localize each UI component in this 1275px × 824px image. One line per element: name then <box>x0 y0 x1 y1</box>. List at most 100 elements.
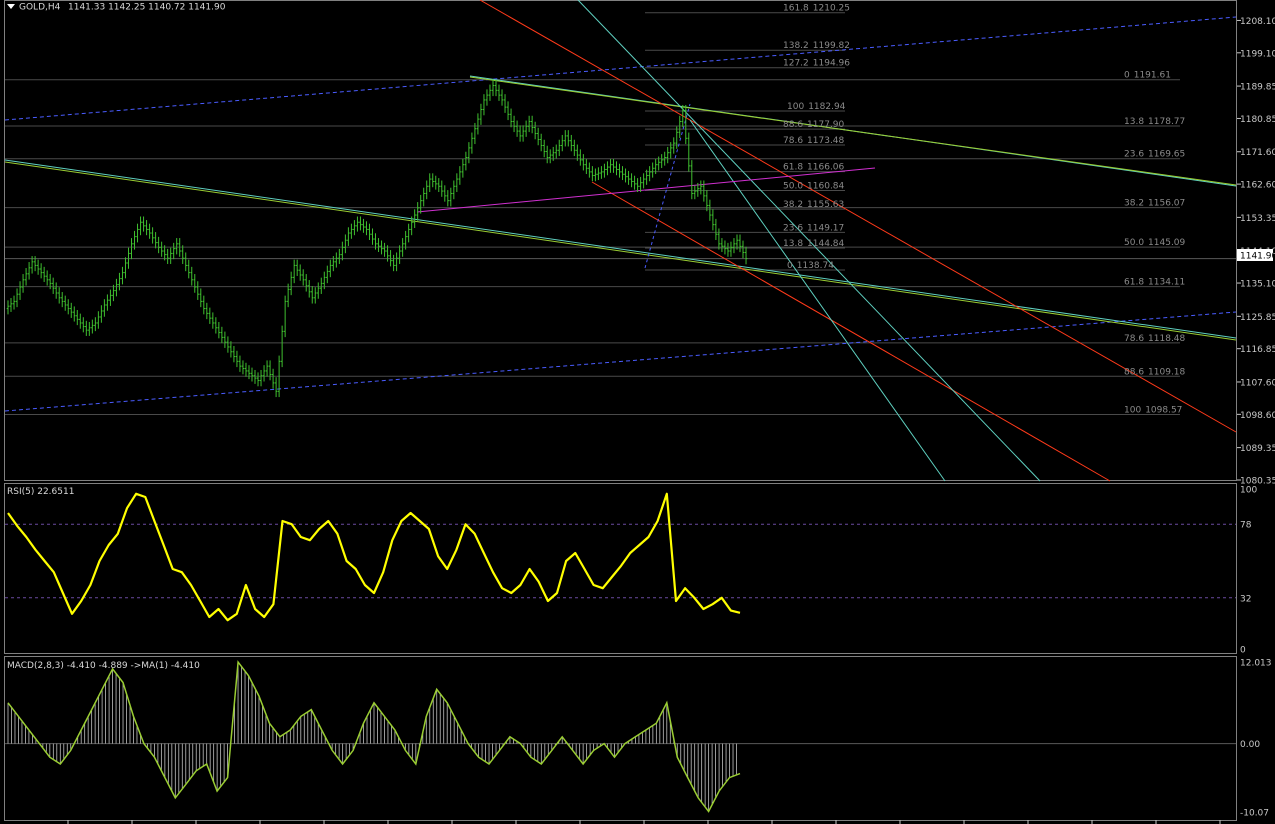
price-tick-label: 1180.85 <box>1240 115 1275 125</box>
fib-b-value: 1178.77 <box>1148 117 1185 127</box>
price-tick-label: 1162.60 <box>1240 181 1275 191</box>
fib-a-label: 61.8 1166.06 <box>783 163 845 173</box>
fib-a-value: 1155.63 <box>807 200 844 210</box>
fib-a-level: 78.6 <box>783 136 803 146</box>
price-pane <box>4 0 1237 481</box>
fib-a-label: 13.8 1144.84 <box>783 239 845 249</box>
cyan-long-trend <box>4 159 1237 339</box>
fib-b-level: 50.0 <box>1124 238 1144 248</box>
fib-a-value: 1210.25 <box>813 4 850 14</box>
fib-b-level: 0 <box>1124 71 1130 81</box>
rsi-tick-label: 32 <box>1240 594 1251 604</box>
macd-pane <box>4 656 1237 821</box>
fib-a-value: 1194.96 <box>813 59 850 69</box>
fib-b-value: 1118.48 <box>1148 334 1185 344</box>
fib-b-level: 13.8 <box>1124 117 1144 127</box>
fib-b-level: 78.6 <box>1124 334 1144 344</box>
fib-a-label: 127.2 1194.96 <box>783 59 850 69</box>
fib-a-label: 138.2 1199.82 <box>783 41 850 51</box>
price-tick-label: 1189.85 <box>1240 83 1275 93</box>
macd-tick-label: -10.07 <box>1240 809 1269 819</box>
price-tick-label: 1199.10 <box>1240 49 1275 59</box>
fib-b-value: 1109.18 <box>1148 367 1185 377</box>
fib-a-level: 88.6 <box>783 120 803 130</box>
fib-b-label: 38.2 1156.07 <box>1124 199 1185 209</box>
fib-a-level: 38.2 <box>783 200 803 210</box>
red-lower-trend <box>591 181 1111 482</box>
symbol-label: GOLD,H4 <box>19 3 61 13</box>
fib-a-level: 161.8 <box>783 4 809 14</box>
chart-canvas: 161.8 1210.25138.2 1199.82127.2 1194.96100 1… <box>4 0 1275 824</box>
rsi-axis: 100 78 32 0 <box>1240 486 1257 656</box>
fib-b-level: 38.2 <box>1124 199 1144 209</box>
fib-a-value: 1149.17 <box>807 223 844 233</box>
rsi-series <box>7 492 741 622</box>
current-price-label: 1141.90 <box>1240 252 1275 262</box>
macd-series <box>5 660 1236 813</box>
fib-b-level: 88.6 <box>1124 367 1144 377</box>
rsi-line <box>7 492 741 622</box>
cyan-fan-2 <box>689 119 946 482</box>
fib-b-label: 61.8 1134.11 <box>1124 278 1185 288</box>
fib-a-value: 1138.74 <box>797 261 834 271</box>
rsi-tick-label: 0 <box>1240 646 1246 656</box>
fib-a-level: 0 <box>787 261 793 271</box>
fib-b-level: 23.6 <box>1124 150 1144 160</box>
fib-a-label: 38.2 1155.63 <box>783 200 844 210</box>
price-tick-label: 1107.60 <box>1240 378 1275 388</box>
fib-b-level: 100 <box>1124 405 1141 415</box>
rsi-title: RSI(5) 22.6511 <box>7 487 74 497</box>
rsi-tick-label: 78 <box>1240 521 1252 531</box>
fib-a-label: 161.8 1210.25 <box>783 4 850 14</box>
fib-b-value: 1134.11 <box>1148 278 1185 288</box>
fib-a-value: 1173.48 <box>807 136 844 146</box>
fib-b-value: 1191.61 <box>1134 71 1171 81</box>
current-price-tag: 1141.90 <box>1237 249 1275 262</box>
fib-a-level: 100 <box>787 102 804 112</box>
fib-a-level: 23.6 <box>783 223 803 233</box>
fib-a-level: 138.2 <box>783 41 809 51</box>
fib-a-value: 1177.90 <box>807 120 844 130</box>
fib-a-value: 1182.94 <box>808 102 845 112</box>
price-tick-label: 1125.85 <box>1240 313 1275 323</box>
fib-b-label: 100 1098.57 <box>1124 405 1182 415</box>
fib-b-value: 1098.57 <box>1145 405 1182 415</box>
price-tick-label: 1135.10 <box>1240 280 1275 290</box>
green-top-trend <box>469 76 1237 186</box>
fib-b-level: 61.8 <box>1124 278 1144 288</box>
fib-a-value: 1160.84 <box>807 181 844 191</box>
macd-title: MACD(2,8,3) -4.410 -4.889 ->MA(1) -4.410 <box>7 661 200 671</box>
fib-a-label: 78.6 1173.48 <box>783 136 845 146</box>
red-upper-trend <box>479 0 1237 433</box>
fib-a-label: 23.6 1149.17 <box>783 223 844 233</box>
price-tick-label: 1153.35 <box>1240 214 1275 224</box>
price-tick-label: 1098.60 <box>1240 411 1275 421</box>
rsi-levels <box>5 523 1236 599</box>
candlestick-series <box>6 79 748 398</box>
fib-b-label: 13.8 1178.77 <box>1124 117 1185 127</box>
fib-a-label: 100 1182.94 <box>787 102 846 112</box>
macd-axis: 12.013 0.00 -10.07 <box>1240 659 1272 819</box>
fib-b-label: 23.6 1169.65 <box>1124 150 1185 160</box>
fib-b-label: 88.6 1109.18 <box>1124 367 1186 377</box>
fib-a-level: 61.8 <box>783 163 803 173</box>
fib-b-label: 50.0 1145.09 <box>1124 238 1186 248</box>
macd-tick-label: 12.013 <box>1240 659 1272 669</box>
green-long-trend <box>4 161 1237 341</box>
rsi-tick-label: 100 <box>1240 486 1257 496</box>
macd-tick-label: 0.00 <box>1240 740 1260 750</box>
fibonacci-levels <box>5 12 1236 415</box>
chart-header: GOLD,H4 1141.33 1142.25 1140.72 1141.90 <box>7 3 226 13</box>
fib-a-value: 1166.06 <box>807 163 844 173</box>
fib-b-value: 1145.09 <box>1148 238 1185 248</box>
rsi-pane <box>4 483 1237 654</box>
fibonacci-labels: 161.8 1210.25138.2 1199.82127.2 1194.96100 1… <box>783 4 1186 416</box>
fib-a-value: 1199.82 <box>813 41 850 51</box>
trend-lines <box>4 0 1237 482</box>
fib-a-label: 88.6 1177.90 <box>783 120 845 130</box>
fib-b-label: 78.6 1118.48 <box>1124 334 1186 344</box>
fib-a-level: 13.8 <box>783 239 803 249</box>
blue-channel-upper <box>4 16 1237 121</box>
triangle-down-icon[interactable] <box>7 4 15 9</box>
fib-a-level: 127.2 <box>783 59 809 69</box>
